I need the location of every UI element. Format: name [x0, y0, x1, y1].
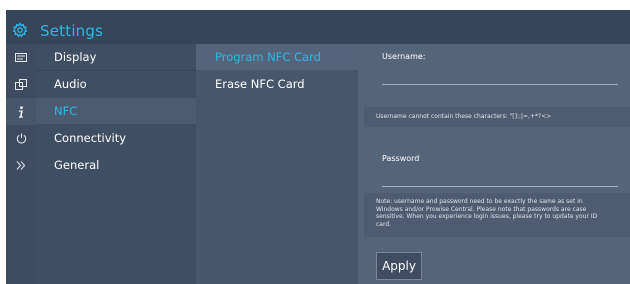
header-bar: Settings: [6, 10, 630, 44]
audio-icon[interactable]: [6, 71, 36, 98]
password-underline: [382, 186, 618, 187]
menu-item-audio[interactable]: Audio: [36, 71, 196, 97]
info-icon[interactable]: [6, 98, 36, 125]
username-hint: Username cannot contain these characters…: [364, 107, 630, 127]
apply-button[interactable]: Apply: [376, 252, 422, 280]
username-underline: [382, 84, 618, 85]
gear-icon: [12, 22, 28, 38]
menu-item-general[interactable]: General: [36, 152, 196, 178]
menu-item-nfc[interactable]: NFC: [36, 98, 196, 124]
menu-item-connectivity[interactable]: Connectivity: [36, 125, 196, 151]
password-input[interactable]: [382, 168, 618, 184]
chevrons-right-icon[interactable]: [6, 152, 36, 179]
program-nfc-form: Username: Username cannot contain these …: [358, 44, 630, 284]
icon-sidebar: [6, 44, 36, 284]
menu-item-label: General: [54, 158, 100, 172]
submenu-item-program-nfc-card[interactable]: Program NFC Card: [196, 44, 358, 70]
username-input[interactable]: [382, 66, 618, 82]
nfc-submenu: Program NFC Card Erase NFC Card: [196, 44, 358, 284]
username-hint-text: Username cannot contain these characters…: [376, 113, 552, 121]
page-title: Settings: [40, 22, 104, 40]
password-label: Password: [382, 154, 420, 163]
menu-item-display[interactable]: Display: [36, 44, 196, 70]
submenu-item-erase-nfc-card[interactable]: Erase NFC Card: [196, 71, 358, 97]
menu-item-label: NFC: [54, 104, 78, 118]
menu-item-label: Audio: [54, 77, 87, 91]
settings-menu: Display Audio NFC Connectivity General: [36, 44, 196, 284]
submenu-item-label: Erase NFC Card: [215, 77, 305, 91]
menu-item-label: Connectivity: [54, 131, 127, 145]
display-icon[interactable]: [6, 44, 36, 71]
menu-item-label: Display: [54, 50, 97, 64]
username-label: Username:: [382, 52, 426, 61]
settings-window: Settings Display Audio NFC Connectivity …: [6, 10, 630, 284]
login-note-text: Note: username and password need to be e…: [376, 198, 598, 228]
submenu-item-label: Program NFC Card: [215, 50, 321, 64]
login-note: Note: username and password need to be e…: [364, 193, 630, 237]
power-icon[interactable]: [6, 125, 36, 152]
